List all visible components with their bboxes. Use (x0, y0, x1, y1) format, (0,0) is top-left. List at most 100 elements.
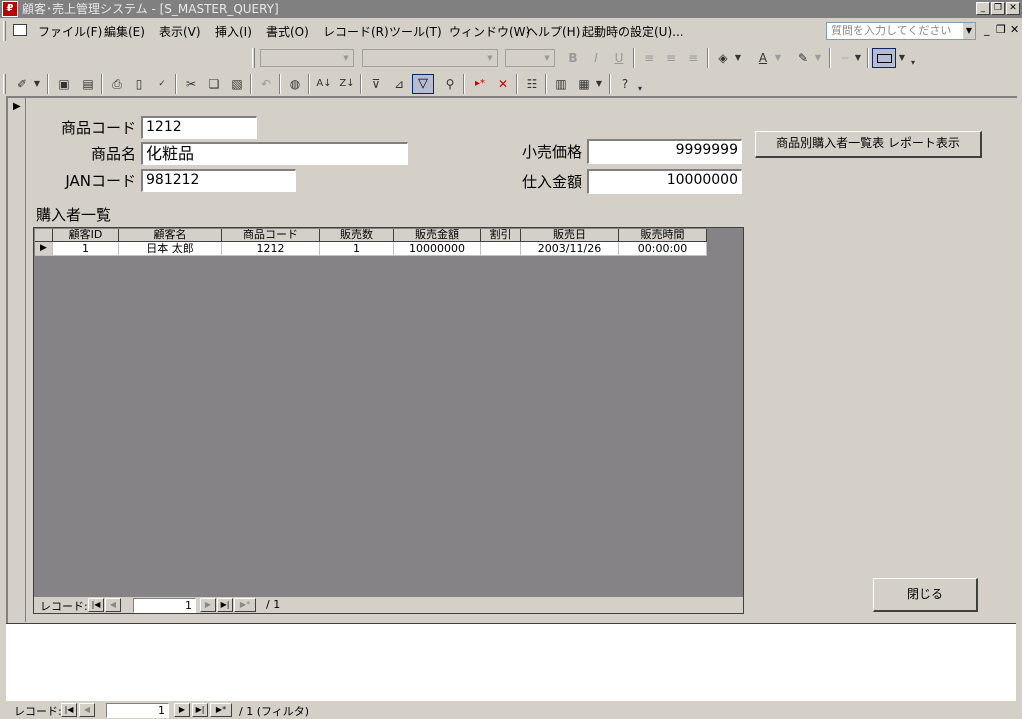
filter-by-selection-icon[interactable]: ⊽ (366, 74, 386, 94)
menubar-grip[interactable] (3, 21, 6, 41)
object-combo[interactable]: ▼ (260, 49, 354, 67)
next-record-icon[interactable]: ▶ (200, 598, 216, 612)
retail-price-field[interactable]: 9999999 (587, 139, 742, 164)
help-icon[interactable]: ? (615, 74, 635, 94)
chevron-down-icon[interactable]: ▼ (813, 48, 823, 68)
print-preview-icon[interactable]: ▯ (129, 74, 149, 94)
cut-icon[interactable]: ✂ (181, 74, 201, 94)
close-button[interactable]: 閉じる (873, 578, 978, 612)
chevron-down-icon[interactable]: ▼ (773, 48, 783, 68)
previous-record-icon[interactable]: ◀ (105, 598, 121, 612)
first-record-icon[interactable]: |◀ (88, 598, 104, 612)
doc-close-icon[interactable]: ✕ (1010, 23, 1019, 36)
doc-restore-icon[interactable]: ❐ (996, 23, 1006, 36)
jan-code-field[interactable]: 981212 (141, 169, 296, 192)
table-cell[interactable]: 2003/11/26 (521, 242, 619, 256)
table-cell[interactable]: 10000000 (394, 242, 481, 256)
last-record-icon[interactable]: ▶| (217, 598, 233, 612)
new-record-nav-icon[interactable]: ▶* (234, 598, 256, 612)
table-cell[interactable]: 1 (320, 242, 394, 256)
row-selector-arrow-icon[interactable]: ▶ (35, 242, 53, 256)
column-header[interactable]: 顧客名 (119, 229, 222, 242)
toolbar-grip[interactable] (3, 74, 6, 94)
menu-startup-settings[interactable]: 起動時の設定(U)... (582, 23, 684, 40)
copy-icon[interactable]: ❏ (204, 74, 224, 94)
chevron-down-icon[interactable]: ▼ (897, 48, 907, 68)
border-width-icon[interactable]: ┈ (835, 48, 855, 68)
menu-view[interactable]: 表示(V) (159, 23, 201, 40)
record-number-input[interactable]: 1 (106, 703, 169, 718)
menu-file[interactable]: ファイル(F) (38, 23, 102, 40)
line-color-icon[interactable]: ✎ (793, 48, 813, 68)
form-control-icon[interactable] (13, 24, 27, 36)
previous-record-icon[interactable]: ◀ (79, 703, 95, 717)
font-name-combo[interactable]: ▼ (362, 49, 498, 67)
table-cell[interactable]: 1212 (222, 242, 320, 256)
product-buyer-report-button[interactable]: 商品別購入者一覧表 レポート表示 (755, 131, 982, 158)
table-cell[interactable]: 1 (53, 242, 119, 256)
new-object-icon[interactable]: ▦ (574, 74, 594, 94)
last-record-icon[interactable]: ▶| (192, 703, 208, 717)
record-number-input[interactable]: 1 (133, 598, 196, 613)
properties-icon[interactable]: ☷ (522, 74, 542, 94)
minimize-icon[interactable]: _ (976, 2, 990, 15)
font-size-combo[interactable]: ▼ (505, 49, 555, 67)
column-header[interactable]: 割引 (481, 229, 521, 242)
menu-tools[interactable]: ツール(T) (389, 23, 442, 40)
record-selector[interactable]: ▶ (8, 98, 26, 622)
chevron-down-icon[interactable]: ▼ (32, 74, 42, 94)
align-center-icon[interactable]: ≡ (661, 48, 681, 68)
column-header[interactable]: 販売数 (320, 229, 394, 242)
align-right-icon[interactable]: ≡ (683, 48, 703, 68)
product-name-field[interactable]: 化粧品 (141, 142, 408, 165)
help-question-box[interactable]: 質問を入力してください ▼ (826, 22, 976, 40)
sort-ascending-icon[interactable]: A↓ (314, 74, 334, 94)
close-window-icon[interactable]: ✕ (1006, 2, 1020, 15)
menu-format[interactable]: 書式(O) (266, 23, 309, 40)
align-left-icon[interactable]: ≡ (639, 48, 659, 68)
table-cell[interactable]: 00:00:00 (619, 242, 707, 256)
menu-records[interactable]: レコード(R) (323, 23, 389, 40)
sort-descending-icon[interactable]: Z↓ (337, 74, 357, 94)
italic-button[interactable]: I (586, 48, 606, 68)
restore-icon[interactable]: ❐ (991, 2, 1005, 15)
purchase-amount-field[interactable]: 10000000 (587, 169, 742, 194)
database-window-icon[interactable]: ▥ (551, 74, 571, 94)
column-header[interactable]: 販売時間 (619, 229, 707, 242)
table-cell[interactable] (481, 242, 521, 256)
menu-insert[interactable]: 挿入(I) (215, 23, 252, 40)
menu-help[interactable]: ヘルプ(H) (526, 23, 580, 40)
undo-icon[interactable]: ↶ (256, 74, 276, 94)
column-header[interactable]: 商品コード (222, 229, 320, 242)
view-icon[interactable]: ✐ (12, 74, 32, 94)
print-icon[interactable]: ⎙ (107, 74, 127, 94)
toolbar-options-icon[interactable]: ▾ (908, 53, 918, 73)
font-color-icon[interactable]: A (753, 48, 773, 68)
filter-by-form-icon[interactable]: ⊿ (389, 74, 409, 94)
chevron-down-icon[interactable]: ▼ (963, 23, 975, 39)
underline-button[interactable]: U (609, 48, 629, 68)
column-header[interactable]: 顧客ID (53, 229, 119, 242)
chevron-down-icon[interactable]: ▼ (594, 74, 604, 94)
save-icon[interactable]: ▣ (54, 74, 74, 94)
access-app-icon[interactable]: ₽ (2, 1, 18, 17)
next-record-icon[interactable]: ▶ (174, 703, 190, 717)
chevron-down-icon[interactable]: ▼ (733, 48, 743, 68)
new-record-nav-icon[interactable]: ▶* (210, 703, 232, 717)
hyperlink-icon[interactable]: ◍ (285, 74, 305, 94)
delete-record-icon[interactable]: ✕ (493, 74, 513, 94)
product-code-field[interactable]: 1212 (141, 116, 257, 139)
column-header[interactable]: 販売金額 (394, 229, 481, 242)
file-search-icon[interactable]: ▤ (78, 74, 98, 94)
fill-color-icon[interactable]: ◈ (713, 48, 733, 68)
toolbar-grip[interactable] (252, 48, 255, 68)
doc-minimize-icon[interactable]: _ (984, 23, 990, 36)
datasheet-corner[interactable] (35, 229, 53, 242)
find-icon[interactable]: ⚲ (440, 74, 460, 94)
column-header[interactable]: 販売日 (521, 229, 619, 242)
menu-window[interactable]: ウィンドウ(W) (449, 23, 530, 40)
toggle-filter-icon[interactable]: ▽ (412, 74, 434, 94)
menu-edit[interactable]: 編集(E) (104, 23, 145, 40)
spelling-icon[interactable]: ✓ (152, 74, 172, 94)
new-record-icon[interactable]: ▸* (470, 74, 490, 94)
